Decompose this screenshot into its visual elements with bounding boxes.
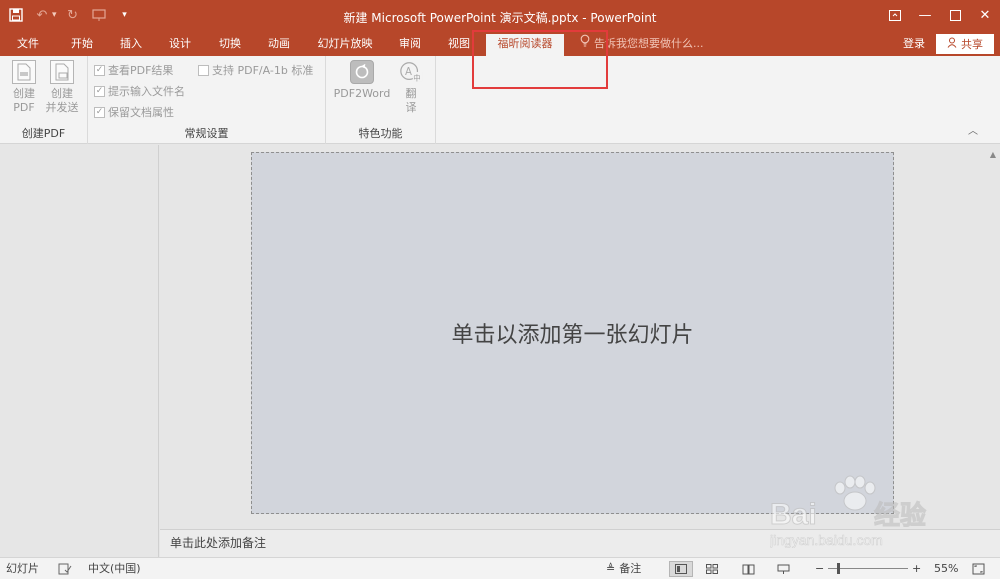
pdf2word-icon — [350, 60, 374, 84]
checkbox-pdfa-1b[interactable]: 支持 PDF/A-1b 标准 — [198, 62, 313, 78]
group-featured-functions: PDF2Word A中 翻 译 特色功能 — [326, 56, 436, 144]
create-pdf-line1: 创建 — [13, 87, 35, 100]
reading-view-icon[interactable] — [742, 561, 755, 577]
checkbox-view-pdf-result-label: 查看PDF结果 — [108, 64, 174, 77]
checkbox-prompt-filename[interactable]: ✓ 提示输入文件名 — [94, 83, 185, 99]
notes-toggle-label: 备注 — [619, 562, 642, 575]
group-create-pdf: 创建 PDF 创建 并发送 创建PDF — [0, 56, 88, 144]
pdf2word-button[interactable]: PDF2Word — [332, 60, 392, 101]
checkbox-checked-icon: ✓ — [94, 106, 105, 118]
create-and-send-button[interactable]: 创建 并发送 — [44, 60, 80, 115]
notes-placeholder: 单击此处添加备注 — [170, 536, 267, 550]
zoom-out-button[interactable]: − — [815, 561, 824, 577]
title-bar: ↶ ▾ ↻ ▾ 新建 Microsoft PowerPoint 演示文稿.ppt… — [0, 0, 1000, 32]
zoom-slider-track[interactable] — [828, 568, 908, 569]
group-label-featured: 特色功能 — [358, 127, 403, 140]
translate-icon: A中 — [399, 60, 423, 84]
group-general-settings: ✓ 查看PDF结果 ✓ 提示输入文件名 ✓ 保留文档属性 支持 PDF/A-1b… — [88, 56, 326, 144]
pdf2word-label: PDF2Word — [333, 87, 391, 100]
translate-button[interactable]: A中 翻 译 — [396, 60, 426, 115]
baidu-watermark: Bai 经验 jingyan.baidu.com — [769, 468, 960, 548]
minimize-button[interactable]: — — [910, 0, 940, 30]
highlight-annotation — [472, 30, 608, 89]
pdf-document-icon — [12, 60, 36, 84]
create-pdf-line2: PDF — [13, 101, 35, 114]
window-title: 新建 Microsoft PowerPoint 演示文稿.pptx - Powe… — [343, 11, 657, 25]
tab-animations[interactable]: 动画 — [256, 32, 302, 56]
translate-line2: 译 — [405, 101, 417, 114]
checkbox-checked-icon: ✓ — [94, 64, 105, 76]
slide-indicator: 幻灯片 — [6, 562, 39, 575]
pdf-send-icon — [50, 60, 74, 84]
language-indicator[interactable]: 中文(中国) — [88, 561, 141, 577]
slide-placeholder-text: 单击以添加第一张幻灯片 — [451, 323, 694, 348]
share-button[interactable]: 共享 — [936, 34, 994, 54]
checkbox-checked-icon: ✓ — [94, 85, 105, 97]
signin-link[interactable]: 登录 — [903, 32, 925, 56]
collapse-ribbon-icon[interactable]: ︿ — [968, 122, 978, 137]
fit-to-window-icon[interactable] — [972, 561, 985, 577]
checkbox-prompt-filename-label: 提示输入文件名 — [108, 85, 185, 98]
slideshow-view-icon[interactable] — [777, 561, 790, 577]
checkbox-keep-doc-properties[interactable]: ✓ 保留文档属性 — [94, 104, 174, 120]
slide-placeholder[interactable]: 单击以添加第一张幻灯片 — [251, 152, 894, 514]
tab-home[interactable]: 开始 — [58, 32, 106, 56]
zoom-in-button[interactable]: + — [912, 561, 921, 577]
spellcheck-icon[interactable] — [58, 561, 72, 577]
tell-me-placeholder: 告诉我您想要做什么... — [594, 37, 704, 50]
tab-design[interactable]: 设计 — [157, 32, 203, 56]
tab-insert[interactable]: 插入 — [108, 32, 154, 56]
normal-view-icon[interactable] — [669, 561, 693, 577]
checkbox-unchecked-icon — [198, 64, 209, 76]
checkbox-view-pdf-result[interactable]: ✓ 查看PDF结果 — [94, 62, 173, 78]
scroll-up-arrow-icon[interactable]: ▲ — [990, 150, 996, 159]
create-send-line1: 创建 — [51, 87, 73, 100]
svg-text:jingyan.baidu.com: jingyan.baidu.com — [770, 532, 883, 548]
create-send-line2: 并发送 — [45, 101, 79, 114]
status-bar: 幻灯片 中文(中国) ≜ 备注 − + 55% — [0, 557, 1000, 579]
share-label: 共享 — [961, 38, 983, 51]
notes-toggle-button[interactable]: ≜ 备注 — [606, 561, 641, 577]
svg-text:Bai: Bai — [770, 498, 817, 531]
zoom-level[interactable]: 55% — [934, 561, 958, 577]
zoom-slider-thumb[interactable] — [837, 563, 840, 574]
group-label-general-settings: 常规设置 — [184, 127, 229, 140]
tab-file[interactable]: 文件 — [8, 32, 48, 56]
svg-text:中: 中 — [413, 73, 420, 82]
svg-text:A: A — [405, 67, 412, 78]
person-icon — [947, 37, 958, 51]
tab-slideshow[interactable]: 幻灯片放映 — [310, 32, 380, 56]
window-controls: — ✕ — [880, 0, 1000, 30]
checkbox-pdfa-1b-label: 支持 PDF/A-1b 标准 — [212, 64, 314, 77]
tab-review[interactable]: 审阅 — [388, 32, 432, 56]
ribbon-display-options-icon[interactable] — [880, 0, 910, 30]
maximize-button[interactable] — [940, 0, 970, 30]
notes-icon: ≜ — [606, 562, 616, 575]
slide-thumbnail-pane[interactable] — [0, 145, 159, 557]
svg-text:经验: 经验 — [874, 500, 926, 530]
tab-transitions[interactable]: 切换 — [207, 32, 253, 56]
checkbox-keep-doc-properties-label: 保留文档属性 — [108, 106, 174, 119]
slide-sorter-icon[interactable] — [706, 561, 718, 577]
create-pdf-button[interactable]: 创建 PDF — [6, 60, 42, 115]
close-button[interactable]: ✕ — [970, 0, 1000, 30]
translate-line1: 翻 — [405, 87, 417, 100]
group-label-create-pdf: 创建PDF — [21, 127, 66, 140]
